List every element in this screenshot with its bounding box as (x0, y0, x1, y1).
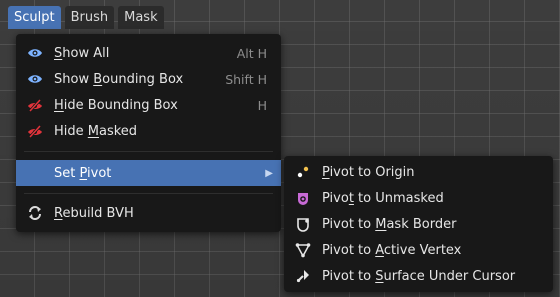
origin-icon (292, 162, 314, 182)
pivot-to-surface-under-cursor-label: Pivot to Surface Under Cursor (322, 268, 516, 284)
shortcut-label: Shift H (225, 71, 267, 87)
hide-masked-label: Hide Masked (54, 123, 138, 139)
pivot-to-origin-label: Pivot to Origin (322, 164, 415, 180)
hide-bounding-box-item[interactable]: Hide Bounding Box H (16, 92, 281, 118)
tab-mask[interactable]: Mask (118, 6, 164, 29)
submenu-arrow-icon: ▶ (265, 167, 273, 179)
eye-hidden-icon (24, 121, 46, 141)
set-pivot-label: Set Pivot (54, 165, 112, 181)
show-all-item[interactable]: Show All Alt H (16, 40, 281, 66)
menu-separator (24, 193, 273, 194)
rebuild-bvh-label: Rebuild BVH (54, 205, 134, 221)
mask-border-icon (292, 214, 314, 234)
set-pivot-submenu: Pivot to Origin Pivot to Unmasked Pivot … (284, 156, 553, 292)
pivot-to-unmasked-item[interactable]: Pivot to Unmasked (284, 185, 553, 211)
pivot-to-active-vertex-label: Pivot to Active Vertex (322, 242, 462, 258)
sculpt-menu: Show All Alt H Show Bounding Box Shift H… (16, 34, 281, 232)
eye-icon (24, 43, 46, 63)
eye-icon (24, 69, 46, 89)
tab-sculpt[interactable]: Sculpt (8, 6, 61, 29)
menu-separator (24, 151, 273, 152)
hide-bounding-box-label: Hide Bounding Box (54, 97, 178, 113)
show-bounding-box-item[interactable]: Show Bounding Box Shift H (16, 66, 281, 92)
header-menu-bar: Sculpt Brush Mask (8, 6, 164, 30)
shortcut-label: H (257, 97, 267, 113)
shortcut-label: Alt H (236, 45, 267, 61)
show-bounding-box-label: Show Bounding Box (54, 71, 184, 87)
tab-brush[interactable]: Brush (64, 6, 115, 29)
pivot-to-unmasked-label: Pivot to Unmasked (322, 190, 444, 206)
unmasked-icon (292, 188, 314, 208)
cursor-icon (292, 266, 314, 286)
pivot-to-surface-under-cursor-item[interactable]: Pivot to Surface Under Cursor (284, 263, 553, 289)
pivot-to-mask-border-item[interactable]: Pivot to Mask Border (284, 211, 553, 237)
pivot-to-active-vertex-item[interactable]: Pivot to Active Vertex (284, 237, 553, 263)
refresh-icon (24, 203, 46, 223)
hide-masked-item[interactable]: Hide Masked (16, 118, 281, 144)
pivot-to-origin-item[interactable]: Pivot to Origin (284, 159, 553, 185)
eye-hidden-icon (24, 95, 46, 115)
pivot-to-mask-border-label: Pivot to Mask Border (322, 216, 457, 232)
set-pivot-item[interactable]: Set Pivot ▶ (16, 160, 281, 186)
active-vertex-icon (292, 240, 314, 260)
rebuild-bvh-item[interactable]: Rebuild BVH (16, 200, 281, 226)
show-all-label: Show All (54, 45, 110, 61)
blank-icon (24, 163, 46, 183)
